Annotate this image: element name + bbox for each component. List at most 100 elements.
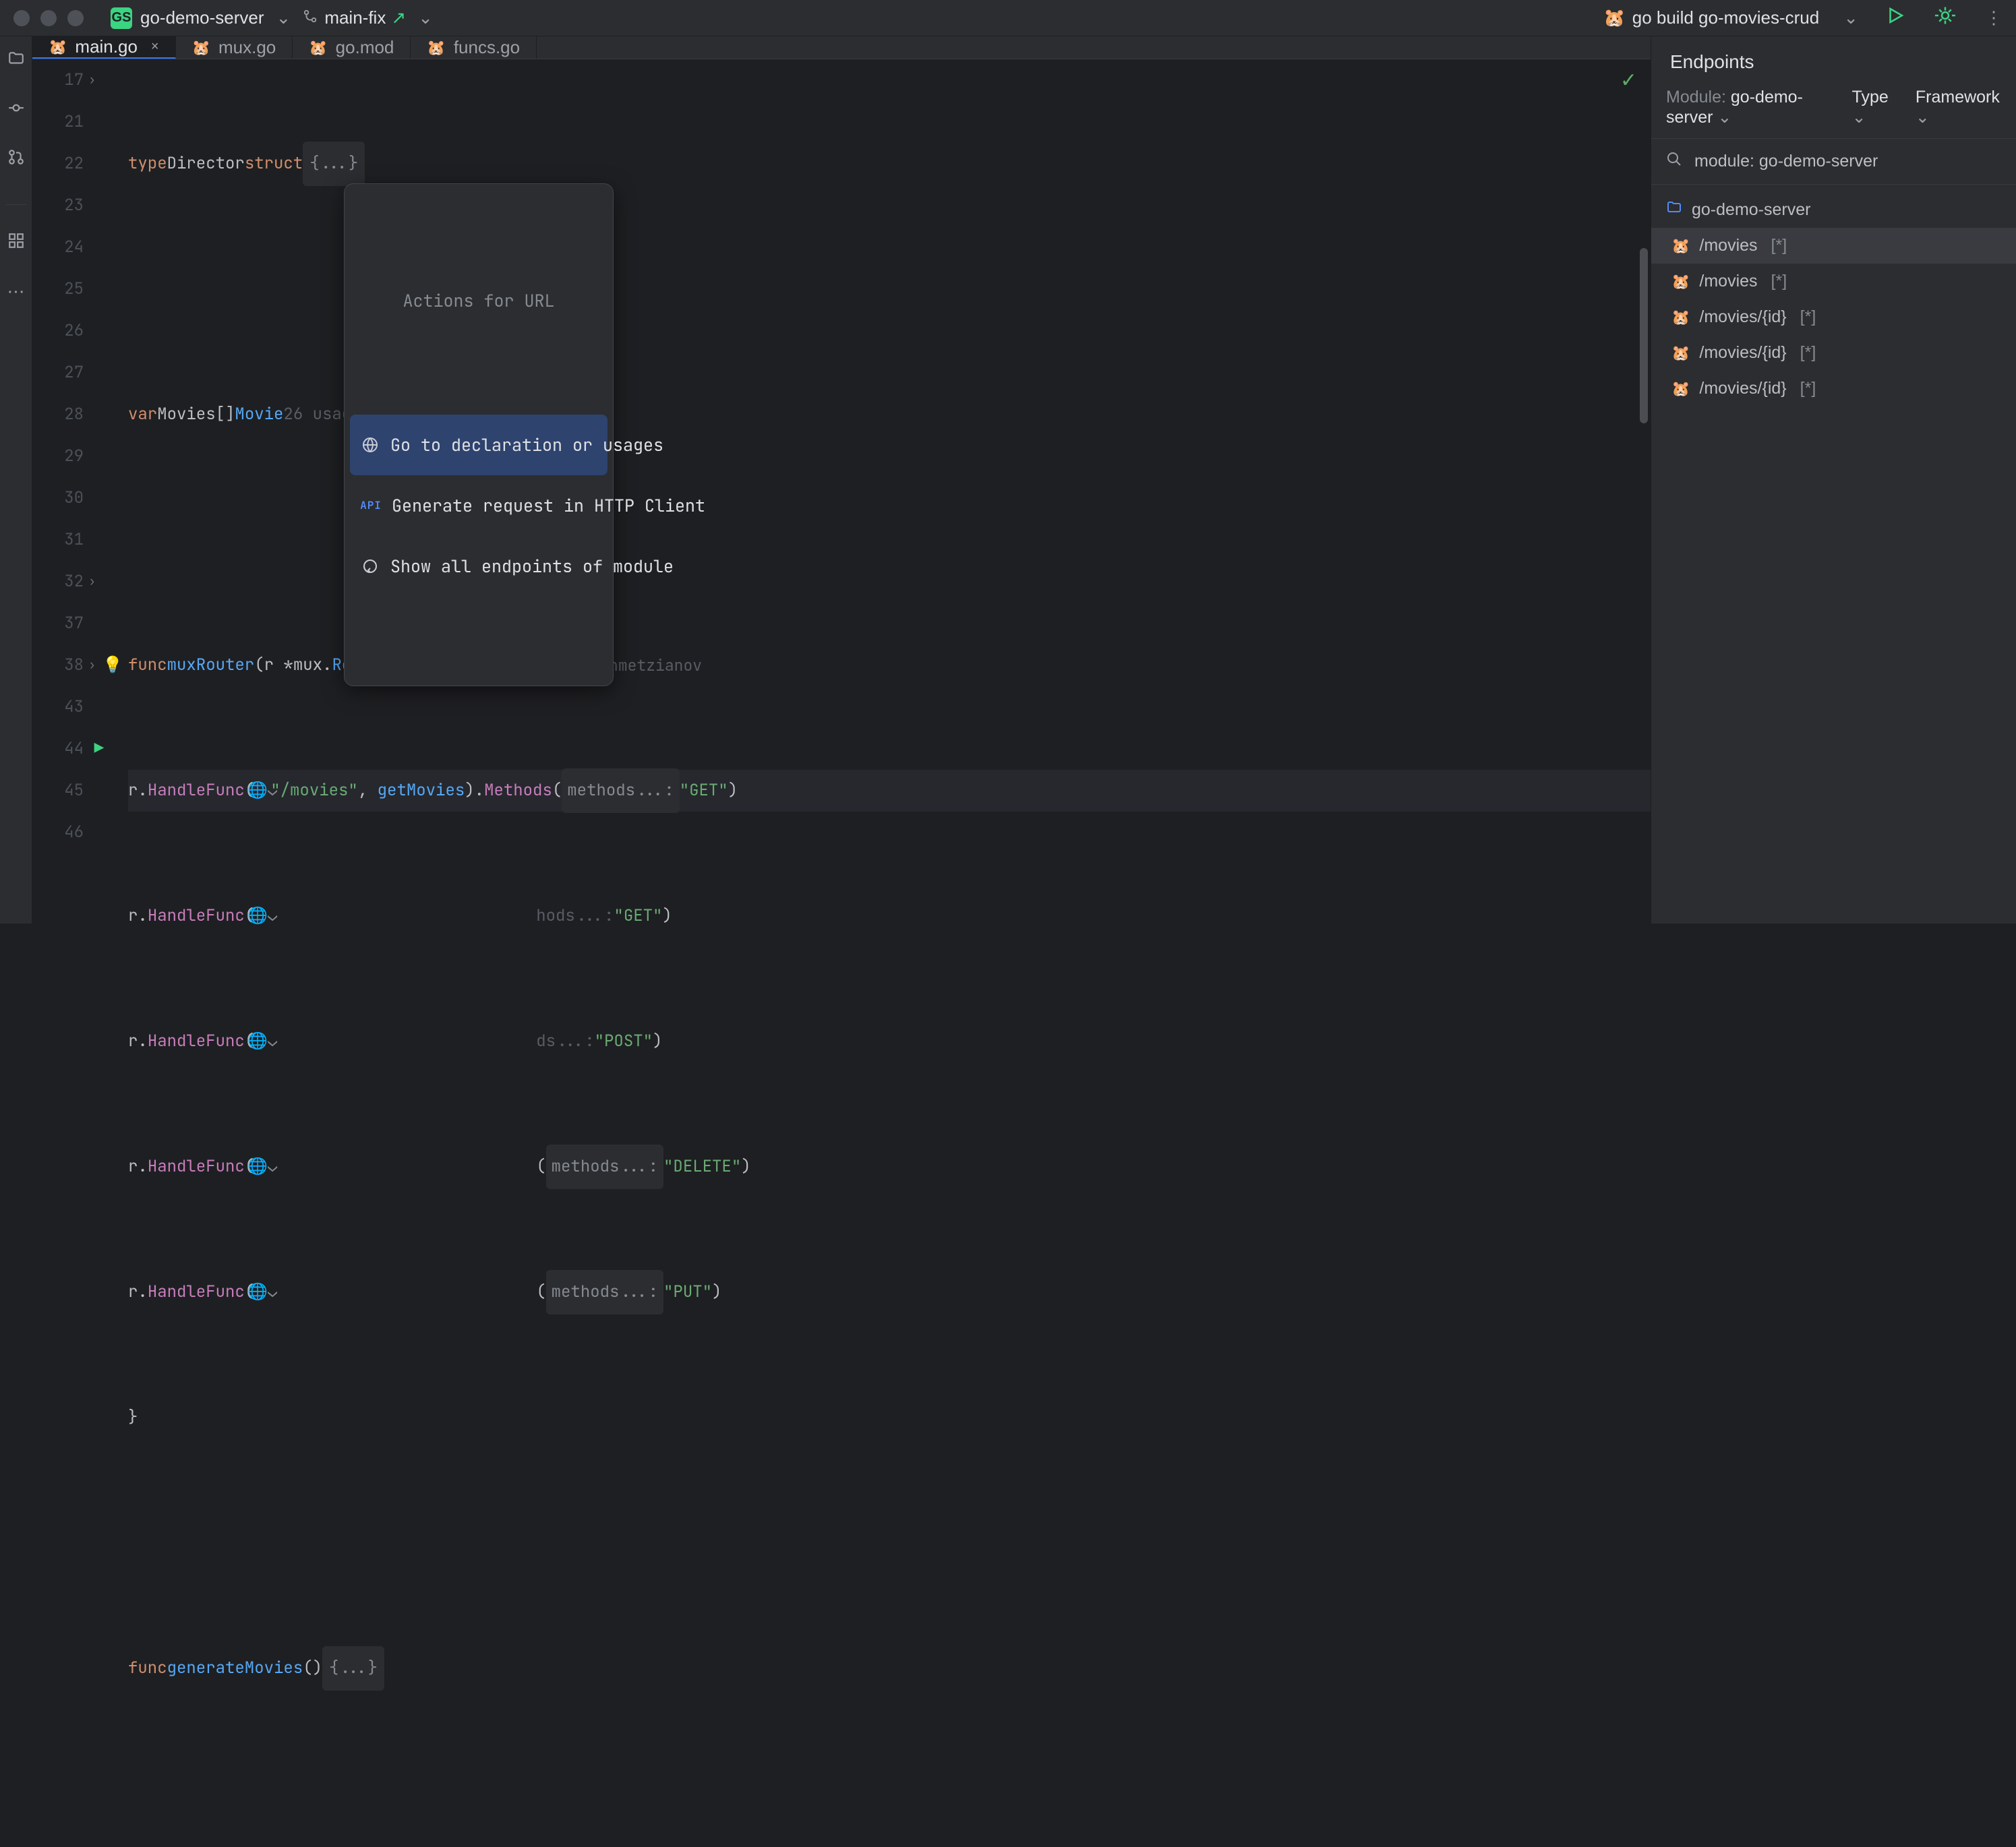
editor-tab[interactable]: 🐹 go.mod — [293, 36, 411, 59]
go-file-icon: 🐹 — [192, 39, 210, 57]
commit-tool-icon[interactable] — [7, 99, 25, 121]
more-tools-icon[interactable]: ⋯ — [7, 281, 25, 302]
endpoint-path: /movies — [1699, 236, 1757, 255]
go-file-icon: 🐹 — [309, 39, 327, 57]
endpoint-path: /movies/{id} — [1699, 379, 1786, 398]
framework-filter[interactable]: Framework — [1916, 88, 2000, 107]
go-file-icon: 🐹 — [427, 39, 445, 57]
search-icon — [1666, 151, 1682, 172]
popup-title: Actions for URL — [350, 273, 607, 331]
globe-icon[interactable]: 🌐⌄ — [254, 1146, 270, 1188]
type-filter[interactable]: Type — [1852, 88, 1889, 107]
maximize-window[interactable] — [67, 10, 84, 26]
current-line[interactable]: r.HandleFunc(🌐⌄"/movies", getMovies).Met… — [128, 770, 1651, 812]
structure-tool-icon[interactable] — [7, 232, 25, 254]
inlay-hint: methods...: — [546, 1145, 663, 1189]
endpoint-path: /movies/{id} — [1699, 307, 1786, 327]
go-endpoint-icon: 🐹 — [1671, 344, 1690, 362]
endpoints-root[interactable]: go-demo-server — [1651, 191, 2016, 228]
globe-icon[interactable]: 🌐⌄ — [254, 1021, 270, 1062]
tab-label: go.mod — [336, 37, 394, 58]
pull-requests-tool-icon[interactable] — [7, 148, 25, 171]
line-number[interactable]: 43 — [32, 686, 84, 728]
project-name[interactable]: go-demo-server — [140, 7, 264, 28]
api-icon: API — [362, 485, 380, 526]
popup-action[interactable]: Go to declaration or usages — [350, 415, 607, 475]
popup-action-label: Show all endpoints of module — [390, 545, 674, 587]
globe-icon — [362, 437, 378, 453]
main-area: ⋯ 🐹main.go×🐹mux.go🐹go.mod🐹funcs.go ✓ 17›… — [0, 36, 2016, 924]
chevron-down-icon[interactable]: ⌄ — [1916, 108, 1930, 127]
line-number[interactable]: 29 — [32, 435, 84, 477]
endpoints-search[interactable]: module: go-demo-server — [1651, 139, 2016, 185]
tab-label: funcs.go — [454, 37, 520, 58]
editor-body: ✓ 17›212223242526272829303132›3738›4344▶… — [32, 59, 1651, 1847]
line-number[interactable]: 22 — [32, 143, 84, 185]
globe-icon[interactable]: 🌐⌄ — [254, 895, 270, 937]
editor-tab[interactable]: 🐹 funcs.go — [411, 36, 537, 59]
line-number[interactable]: 23 — [32, 185, 84, 226]
globe-icon[interactable]: 🌐⌄ — [254, 1271, 270, 1313]
intention-bulb-icon[interactable]: 💡 — [102, 644, 123, 686]
endpoint-item[interactable]: 🐹 /movies/{id} [*] — [1651, 335, 2016, 371]
debug-button[interactable] — [1935, 5, 1955, 30]
endpoints-title: Endpoints — [1651, 36, 2016, 88]
endpoint-path: /movies — [1699, 272, 1757, 291]
editor-tab[interactable]: 🐹mux.go — [176, 36, 293, 59]
line-number[interactable]: 27 — [32, 352, 84, 394]
more-button[interactable]: ⋮ — [1985, 7, 2003, 28]
line-number[interactable]: 21 — [32, 101, 84, 143]
folder-icon — [1666, 200, 1682, 220]
chevron-down-icon[interactable]: ⌄ — [1852, 108, 1866, 127]
editor-tabs: 🐹main.go×🐹mux.go🐹go.mod🐹funcs.go — [32, 36, 1651, 59]
endpoint-path: /movies/{id} — [1699, 343, 1786, 363]
branch-icon — [303, 7, 318, 28]
editor-scrollbar[interactable] — [1640, 248, 1648, 423]
endpoint-item[interactable]: 🐹/movies [*] — [1651, 264, 2016, 299]
line-number[interactable]: 37 — [32, 603, 84, 644]
line-number[interactable]: 24 — [32, 226, 84, 268]
chevron-down-icon[interactable]: ⌄ — [418, 7, 433, 28]
git-branch[interactable]: main-fix — [324, 7, 386, 28]
close-window[interactable] — [13, 10, 30, 26]
push-arrow-icon: ↗ — [391, 7, 406, 28]
endpoint-item[interactable]: 🐹/movies [*] — [1651, 228, 2016, 264]
popup-action[interactable]: Show all endpoints of module — [350, 536, 607, 597]
line-number[interactable]: 25 — [32, 268, 84, 310]
globe-icon[interactable]: 🌐⌄ — [254, 770, 270, 812]
line-number[interactable]: 28 — [32, 394, 84, 435]
popup-action-label: Go to declaration or usages — [390, 424, 663, 466]
endpoint-method: [*] — [1771, 236, 1787, 255]
editor-column: 🐹main.go×🐹mux.go🐹go.mod🐹funcs.go ✓ 17›21… — [32, 36, 1651, 924]
run-configuration[interactable]: go build go-movies-crud — [1632, 7, 1819, 28]
chevron-down-icon[interactable]: ⌄ — [276, 7, 291, 28]
popup-action[interactable]: APIGenerate request in HTTP Client — [350, 475, 607, 536]
line-number[interactable]: 31 — [32, 519, 84, 561]
line-number[interactable]: 38› — [32, 644, 84, 686]
endpoint-method: [*] — [1771, 272, 1787, 291]
line-number[interactable]: 26 — [32, 310, 84, 352]
line-number[interactable]: 45 — [32, 770, 84, 812]
inlay-hint: methods...: — [562, 768, 679, 813]
line-number[interactable]: 46 — [32, 812, 84, 853]
go-run-icon: 🐹 — [1603, 7, 1625, 28]
endpoint-item[interactable]: 🐹/movies/{id} [*] — [1651, 299, 2016, 335]
inlay-hint: methods...: — [546, 1270, 663, 1314]
chevron-down-icon[interactable]: ⌄ — [1717, 108, 1731, 127]
project-tool-icon[interactable] — [7, 50, 25, 72]
endpoint-method: [*] — [1800, 343, 1816, 363]
code-area[interactable]: type Director struct {...} var Movies []… — [94, 59, 1651, 1847]
line-number[interactable]: 30 — [32, 477, 84, 519]
close-tab-icon[interactable]: × — [151, 39, 159, 55]
line-number[interactable]: 17› — [32, 59, 84, 101]
chevron-down-icon[interactable]: ⌄ — [1843, 7, 1858, 28]
editor-tab[interactable]: 🐹main.go× — [32, 36, 176, 59]
run-button[interactable] — [1885, 5, 1905, 30]
endpoints-panel: Endpoints Module: go-demo-server ⌄ Type … — [1651, 36, 2016, 924]
line-number[interactable]: 44▶ — [32, 728, 84, 770]
minimize-window[interactable] — [40, 10, 57, 26]
endpoints-tree: go-demo-server 🐹/movies [*]🐹/movies [*]🐹… — [1651, 185, 2016, 924]
line-number[interactable]: 32› — [32, 561, 84, 603]
endpoint-item[interactable]: 🐹/movies/{id} [*] — [1651, 371, 2016, 406]
go-endpoint-icon: 🐹 — [1671, 309, 1690, 326]
